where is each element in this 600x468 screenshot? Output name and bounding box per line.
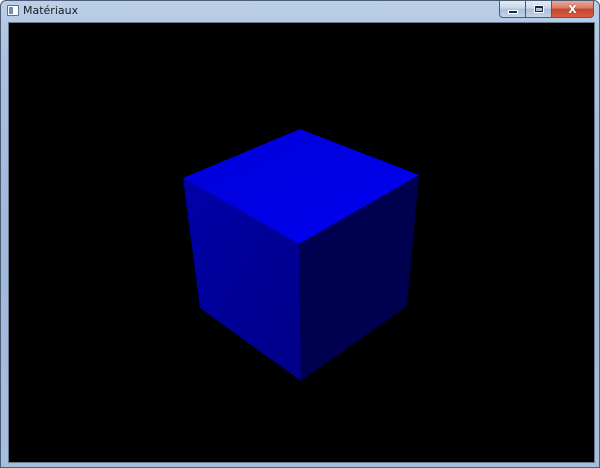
scene-canvas [9,23,594,462]
maximize-button[interactable] [525,1,551,18]
render-viewport[interactable] [8,22,595,463]
window-controls: X [499,1,594,19]
close-icon: X [568,2,577,16]
window-title: Matériaux [23,4,79,17]
app-icon[interactable] [7,5,19,16]
application-window: Matériaux X [0,0,600,468]
close-button[interactable]: X [551,1,594,18]
minimize-button[interactable] [499,1,525,18]
title-bar[interactable]: Matériaux X [1,1,599,22]
maximize-icon [534,6,543,12]
minimize-icon [508,10,517,13]
